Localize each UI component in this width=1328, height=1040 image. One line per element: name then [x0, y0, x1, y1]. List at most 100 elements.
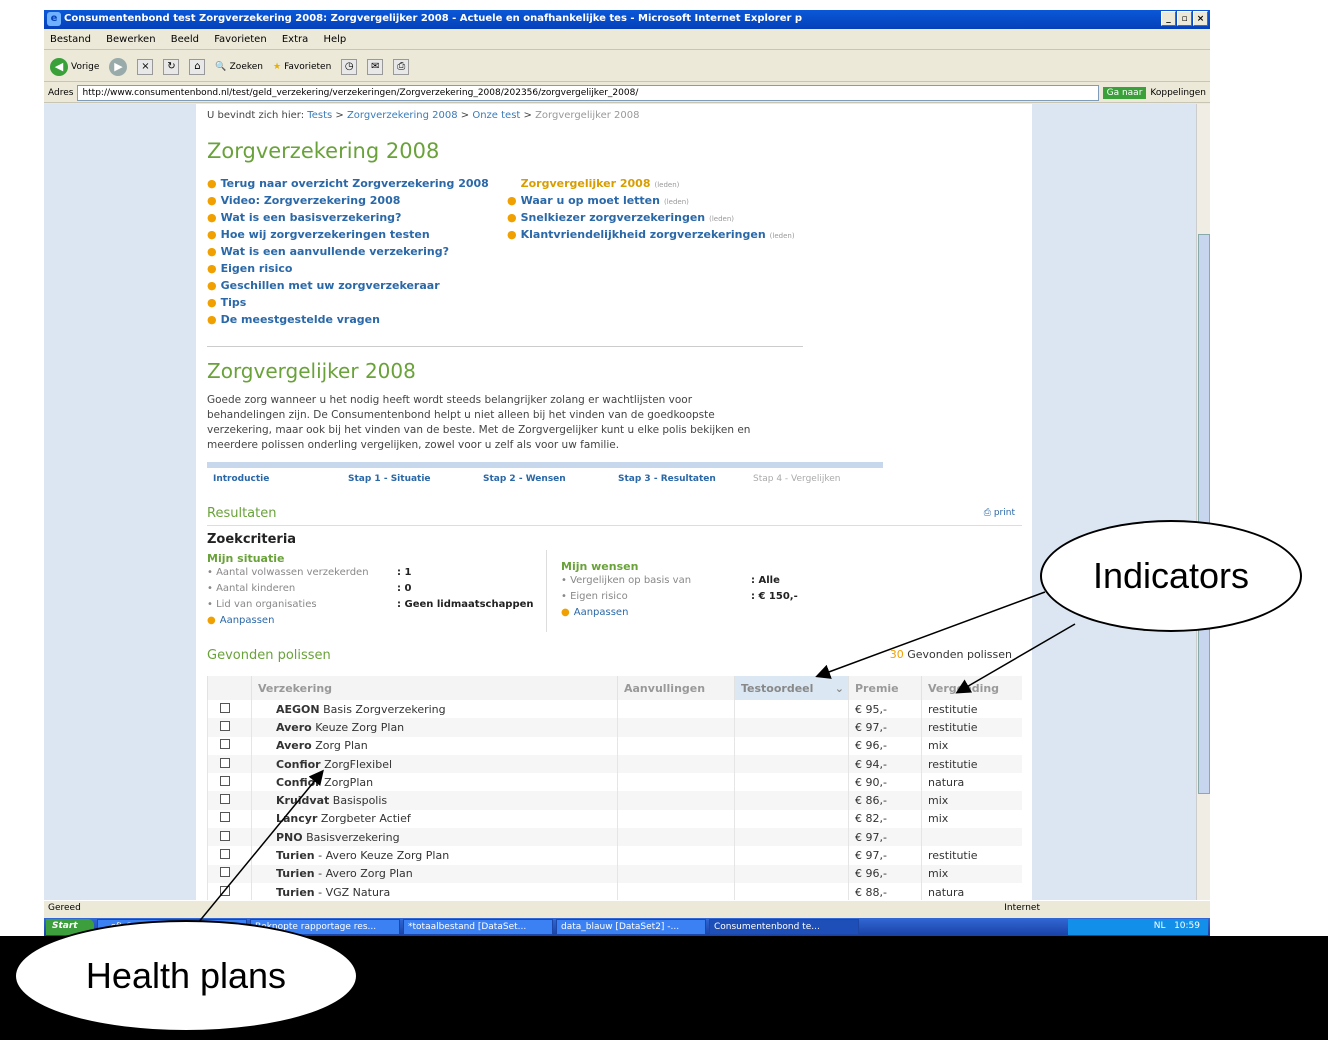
breadcrumb-link[interactable]: Zorgverzekering 2008	[347, 110, 458, 121]
topic-link[interactable]: ● De meestgestelde vragen	[207, 313, 507, 326]
results-header: Resultaten ⎙ print	[207, 506, 1022, 526]
breadcrumb-current: Zorgvergelijker 2008	[535, 110, 640, 121]
select-checkbox[interactable]	[220, 757, 230, 768]
menu-bewerken[interactable]: Bewerken	[106, 34, 155, 45]
select-checkbox[interactable]	[220, 775, 230, 786]
links-button[interactable]: Koppelingen	[1150, 88, 1206, 98]
edit-situation-link[interactable]: ● Aanpassen	[207, 613, 534, 629]
bullet-icon: ●	[207, 313, 217, 326]
topic-link[interactable]: ● Tips	[207, 296, 507, 309]
topic-link[interactable]: ● Wat is een basisverzekering?	[207, 211, 507, 224]
menu-beeld[interactable]: Beeld	[171, 34, 199, 45]
menu-favorieten[interactable]: Favorieten	[214, 34, 266, 45]
topic-link[interactable]: ● Geschillen met uw zorgverzekeraar	[207, 279, 507, 292]
go-button[interactable]: Ga naar	[1102, 86, 1147, 99]
member-link[interactable]: ●Zorgvergelijker 2008(leden)	[507, 177, 807, 190]
select-checkbox[interactable]	[220, 885, 230, 896]
topic-link[interactable]: ● Terug naar overzicht Zorgverzekering 20…	[207, 177, 507, 190]
bullet-icon: ●	[207, 245, 217, 258]
wizard-steps: Introductie Stap 1 - Situatie Stap 2 - W…	[207, 462, 883, 486]
col-testoordeel[interactable]: Testoordeel ⌄	[734, 676, 849, 700]
intro-text: Goede zorg wanneer u het nodig heeft wor…	[207, 394, 751, 451]
menu-extra[interactable]: Extra	[282, 34, 308, 45]
member-link[interactable]: ● Waar u op moet letten (leden)	[507, 194, 807, 207]
close-button[interactable]: ×	[1193, 11, 1208, 26]
step-1[interactable]: Stap 1 - Situatie	[342, 468, 477, 486]
print-link[interactable]: ⎙ print	[984, 508, 1015, 518]
history-icon[interactable]: ◷	[341, 58, 358, 75]
criteria-row: • Eigen risico: € 150,-	[561, 591, 798, 602]
member-link[interactable]: ● Snelkiezer zorgverzekeringen (leden)	[507, 211, 807, 224]
divider	[546, 550, 547, 632]
found-title: Gevonden polissen	[207, 648, 331, 663]
topic-link[interactable]: ● Eigen risico	[207, 262, 507, 275]
select-checkbox[interactable]	[220, 720, 230, 731]
task-item[interactable]: data_blauw [DataSet2] -...	[556, 919, 706, 935]
topic-link[interactable]: ● Hoe wij zorgverzekeringen testen	[207, 228, 507, 241]
topic-link[interactable]: ● Wat is een aanvullende verzekering?	[207, 245, 507, 258]
col-aanvullingen[interactable]: Aanvullingen	[617, 676, 735, 700]
criteria-row: • Lid van organisaties: Geen lidmaatscha…	[207, 599, 534, 610]
bullet-icon: ●	[207, 228, 217, 241]
edit-wishes-link[interactable]: ● Aanpassen	[561, 605, 798, 621]
menu-help[interactable]: Help	[323, 34, 346, 45]
table-row: PNO Basisverzekering € 97,-	[207, 828, 1022, 847]
favorites-button[interactable]: ★ Favorieten	[273, 62, 331, 72]
task-item-active[interactable]: Consumentenbond te...	[709, 919, 859, 935]
status-text: Gereed	[48, 903, 81, 913]
window-controls: _ ▫ ×	[1161, 11, 1208, 26]
minimize-button[interactable]: _	[1161, 11, 1176, 26]
maximize-button[interactable]: ▫	[1177, 11, 1192, 26]
system-tray: NL 10:59	[1068, 919, 1208, 935]
forward-arrow-icon: ▶	[109, 57, 128, 76]
refresh-icon[interactable]: ↻	[163, 58, 180, 75]
window-titlebar: e Consumentenbond test Zorgverzekering 2…	[44, 10, 1210, 29]
print-icon[interactable]: ⎙	[393, 58, 410, 75]
page-viewport: U bevindt zich hier: Tests > Zorgverzeke…	[44, 104, 1196, 900]
col-premie[interactable]: Premie	[848, 676, 922, 700]
select-checkbox[interactable]	[220, 702, 230, 713]
page-scrollbar[interactable]	[1196, 104, 1210, 900]
forward-button[interactable]: ▶	[109, 57, 128, 76]
select-checkbox[interactable]	[220, 794, 230, 805]
step-intro[interactable]: Introductie	[207, 468, 342, 486]
criteria-row: • Aantal volwassen verzekerden: 1	[207, 567, 412, 578]
topic-link[interactable]: ● Video: Zorgverzekering 2008	[207, 194, 507, 207]
bullet-icon: ●	[207, 194, 217, 207]
criteria-title: Zoekcriteria	[207, 532, 297, 547]
page-title: Zorgverzekering 2008	[207, 139, 440, 163]
table-row: Avero Keuze Zorg Plan € 97,- restitutie	[207, 718, 1022, 737]
sort-icon: ⌄	[834, 681, 844, 695]
toolbar: ◀ Vorige ▶ × ↻ ⌂ 🔍 Zoeken ★ Favorieten ◷ ✉ …	[44, 52, 1210, 82]
bullet-icon: ●	[207, 177, 217, 190]
mail-icon[interactable]: ✉	[367, 58, 384, 75]
select-checkbox[interactable]	[220, 739, 230, 750]
table-row: Confior ZorgFlexibel € 94,- restitutie	[207, 754, 1022, 774]
select-checkbox[interactable]	[220, 849, 230, 860]
browser-window: e Consumentenbond test Zorgverzekering 2…	[44, 10, 1210, 936]
task-item[interactable]: *totaalbestand [DataSet...	[403, 919, 553, 935]
select-checkbox[interactable]	[220, 830, 230, 841]
menu-bestand[interactable]: Bestand	[50, 34, 91, 45]
member-link[interactable]: ● Klantvriendelijkheid zorgverzekeringen(…	[507, 228, 807, 241]
stop-icon[interactable]: ×	[137, 58, 154, 75]
bullet-icon: ●	[507, 228, 517, 241]
search-button[interactable]: 🔍 Zoeken	[215, 62, 263, 72]
section-title: Zorgvergelijker 2008	[207, 359, 416, 383]
breadcrumb-link[interactable]: Onze test	[472, 110, 520, 121]
table-row: Kruidvat Basispolis € 86,- mix	[207, 791, 1022, 810]
step-3[interactable]: Stap 3 - Resultaten	[612, 468, 747, 486]
col-vergoeding[interactable]: Vergoeding	[921, 676, 1022, 700]
select-checkbox[interactable]	[220, 812, 230, 823]
step-2[interactable]: Stap 2 - Wensen	[477, 468, 612, 486]
table-row: Confior ZorgPlan € 90,- natura	[207, 773, 1022, 792]
url-input[interactable]: http://www.consumentenbond.nl/test/geld_…	[77, 84, 1099, 101]
back-button[interactable]: ◀ Vorige	[50, 57, 99, 76]
situation-box: Mijn situatie • Aantal volwassen verzeke…	[207, 552, 534, 629]
select-checkbox[interactable]	[220, 867, 230, 878]
home-icon[interactable]: ⌂	[189, 58, 206, 75]
col-verzekering[interactable]: Verzekering	[251, 676, 618, 700]
table-row: Lancyr Zorgbeter Actief € 82,- mix	[207, 809, 1022, 829]
breadcrumb-link[interactable]: Tests	[307, 110, 332, 121]
window-title: Consumentenbond test Zorgverzekering 200…	[64, 13, 803, 24]
